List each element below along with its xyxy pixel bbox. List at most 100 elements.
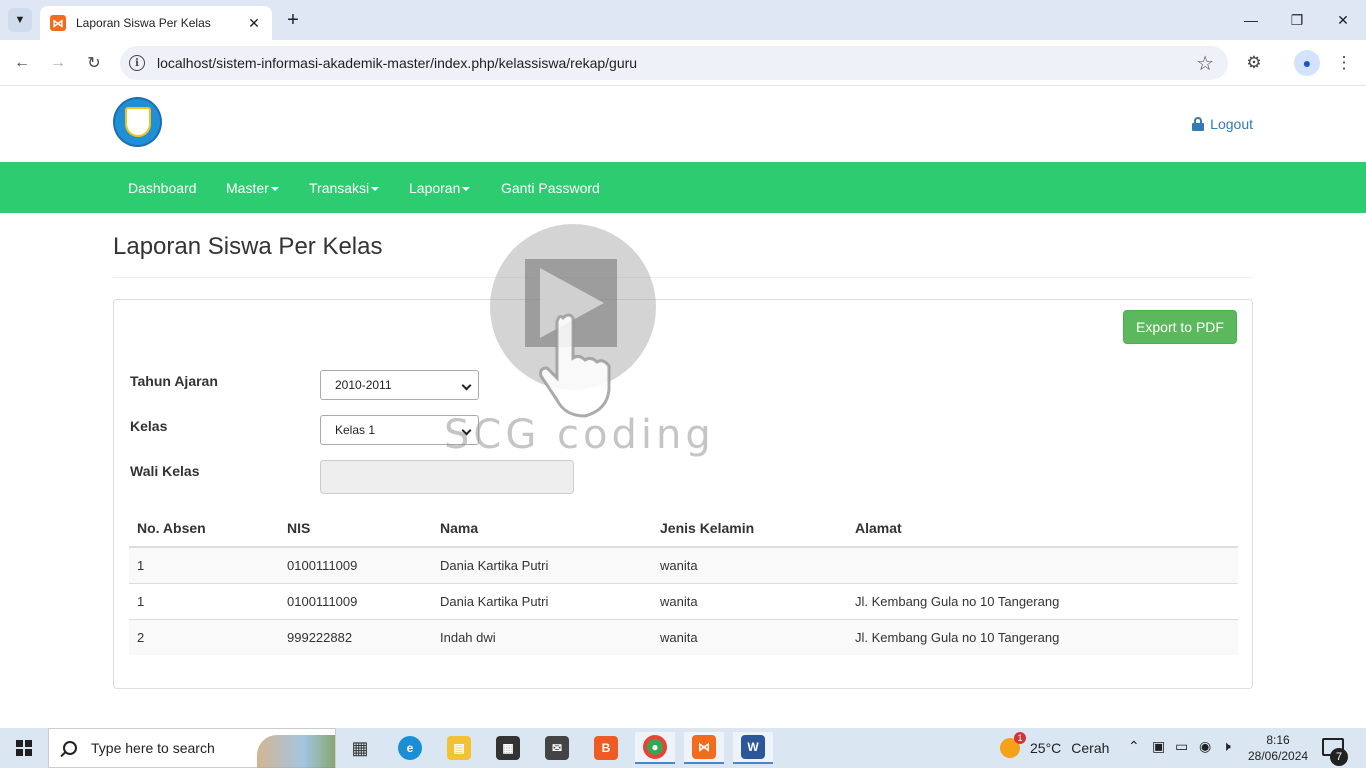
browser-tab[interactable]: ⋈ Laporan Siswa Per Kelas ✕ bbox=[40, 6, 272, 40]
table-cell: 999222882 bbox=[279, 618, 432, 655]
logout-label: Logout bbox=[1210, 116, 1253, 132]
back-button[interactable]: ← bbox=[9, 50, 35, 76]
notification-count: 7 bbox=[1330, 748, 1348, 766]
report-panel: Export to PDF Tahun Ajaran 2010-2011 Kel… bbox=[113, 299, 1253, 689]
tab-title: Laporan Siswa Per Kelas bbox=[76, 16, 211, 30]
word-icon[interactable]: W bbox=[733, 732, 773, 764]
address-bar[interactable]: i localhost/sistem-informasi-akademik-ma… bbox=[120, 46, 1228, 80]
network-icon[interactable]: ◉ bbox=[1199, 738, 1211, 755]
table-cell: Jl. Kembang Gula no 10 Tangerang bbox=[847, 582, 1238, 619]
table-cell: wanita bbox=[652, 546, 847, 583]
volume-muted-icon[interactable]: 🕨 bbox=[1222, 738, 1231, 755]
table-cell: wanita bbox=[652, 582, 847, 619]
nav-label: Master bbox=[226, 180, 269, 196]
logout-link[interactable]: Logout bbox=[1192, 116, 1253, 132]
brave-icon[interactable]: B bbox=[586, 732, 626, 764]
caret-down-icon bbox=[270, 187, 279, 192]
tab-close-icon[interactable]: ✕ bbox=[246, 15, 262, 32]
table-row: 1 0100111009 Dania Kartika Putri wanita … bbox=[129, 582, 1238, 619]
nav-item-transaksi[interactable]: Transaksi bbox=[309, 180, 380, 196]
edge-icon[interactable]: e bbox=[390, 732, 430, 764]
web-page: Logout Dashboard Master Transaksi Lapora… bbox=[0, 87, 1366, 728]
restore-button[interactable]: ❐ bbox=[1274, 8, 1320, 32]
caret-down-icon bbox=[462, 187, 471, 192]
siswa-table: No. Absen NIS Nama Jenis Kelamin Alamat … bbox=[129, 510, 1238, 655]
bookmark-star-icon[interactable]: ☆ bbox=[1196, 51, 1214, 76]
new-tab-button[interactable]: + bbox=[282, 8, 304, 32]
system-clock[interactable]: 8:16 28/06/2024 bbox=[1248, 732, 1308, 764]
table-row: 1 0100111009 Dania Kartika Putri wanita bbox=[129, 546, 1238, 583]
close-window-button[interactable]: ✕ bbox=[1320, 8, 1366, 32]
profile-icon[interactable]: ● bbox=[1294, 50, 1320, 76]
reload-button[interactable]: ↻ bbox=[81, 50, 107, 76]
nav-label: Transaksi bbox=[309, 180, 370, 196]
table-cell bbox=[847, 546, 1238, 583]
wali-kelas-field[interactable] bbox=[320, 460, 574, 494]
url-text[interactable]: localhost/sistem-informasi-akademik-mast… bbox=[157, 55, 637, 71]
microsoft-store-icon[interactable]: ▦ bbox=[488, 732, 528, 764]
kelas-select[interactable]: Kelas 1 bbox=[320, 415, 479, 445]
browser-tab-bar: ▼ ⋈ Laporan Siswa Per Kelas ✕ + — ❐ ✕ bbox=[0, 0, 1366, 40]
nav-item-master[interactable]: Master bbox=[226, 180, 279, 196]
xampp-icon[interactable]: ⋈ bbox=[684, 732, 724, 764]
chevron-down-icon bbox=[461, 425, 472, 436]
nav-label: Ganti Password bbox=[501, 180, 600, 196]
file-explorer-icon[interactable]: ▤ bbox=[439, 732, 479, 764]
weather-badge: 1 bbox=[1014, 732, 1026, 744]
chrome-icon[interactable]: ● bbox=[635, 732, 675, 764]
table-cell: Dania Kartika Putri bbox=[432, 546, 652, 583]
tahun-ajaran-value: 2010-2011 bbox=[335, 378, 392, 392]
tahun-ajaran-label: Tahun Ajaran bbox=[130, 373, 218, 389]
meet-now-icon[interactable]: ▣ bbox=[1152, 738, 1165, 755]
table-cell: 0100111009 bbox=[279, 582, 432, 619]
tahun-ajaran-select[interactable]: 2010-2011 bbox=[320, 370, 479, 400]
battery-icon[interactable]: ▭ bbox=[1175, 738, 1188, 755]
tab-search-button[interactable]: ▼ bbox=[8, 8, 32, 32]
table-cell: 1 bbox=[129, 546, 279, 583]
nav-item-dashboard[interactable]: Dashboard bbox=[128, 180, 197, 196]
table-cell: 2 bbox=[129, 618, 279, 655]
export-pdf-button[interactable]: Export to PDF bbox=[1123, 310, 1237, 344]
main-navbar: Dashboard Master Transaksi Laporan Ganti… bbox=[0, 162, 1366, 213]
clock-time: 8:16 bbox=[1266, 733, 1290, 747]
search-highlight-image bbox=[257, 735, 335, 768]
table-cell: 1 bbox=[129, 582, 279, 619]
caret-down-icon bbox=[371, 187, 380, 192]
page-title: Laporan Siswa Per Kelas bbox=[113, 233, 383, 260]
taskbar-search[interactable]: Type here to search bbox=[48, 728, 336, 768]
task-view-icon[interactable]: ▦ bbox=[340, 732, 380, 764]
browser-toolbar: ← → ↻ i localhost/sistem-informasi-akade… bbox=[0, 40, 1366, 86]
column-header: No. Absen bbox=[129, 510, 279, 548]
mail-icon[interactable]: ✉ bbox=[537, 732, 577, 764]
minimize-button[interactable]: — bbox=[1228, 8, 1274, 32]
site-info-icon[interactable]: i bbox=[129, 55, 145, 71]
column-header: Alamat bbox=[847, 510, 1238, 548]
chevron-up-icon[interactable]: ⌃ bbox=[1128, 738, 1140, 755]
extensions-icon[interactable]: ⚙ bbox=[1241, 50, 1267, 76]
start-button[interactable] bbox=[0, 728, 48, 768]
weather-widget[interactable]: 1 25°C Cerah bbox=[1000, 732, 1110, 758]
windows-logo-icon bbox=[16, 740, 32, 756]
weather-desc: Cerah bbox=[1071, 740, 1110, 756]
forward-button[interactable]: → bbox=[45, 50, 71, 76]
weather-temp: 25°C bbox=[1030, 740, 1062, 756]
windows-taskbar: Type here to search ▦ e ▤ ▦ ✉ B ● ⋈ W 1 … bbox=[0, 728, 1366, 768]
column-header: Jenis Kelamin bbox=[652, 510, 847, 548]
kelas-value: Kelas 1 bbox=[335, 423, 376, 437]
school-logo[interactable] bbox=[113, 97, 162, 147]
weather-sun-icon: 1 bbox=[1000, 732, 1026, 758]
search-icon bbox=[63, 741, 77, 755]
chrome-menu-icon[interactable]: ⋮ bbox=[1331, 50, 1357, 76]
table-cell: Indah dwi bbox=[432, 618, 652, 655]
lock-icon bbox=[1192, 117, 1205, 131]
table-cell: Dania Kartika Putri bbox=[432, 582, 652, 619]
column-header: NIS bbox=[279, 510, 432, 548]
kelas-label: Kelas bbox=[130, 418, 168, 434]
title-divider bbox=[113, 277, 1253, 278]
nav-item-laporan[interactable]: Laporan bbox=[409, 180, 471, 196]
search-placeholder: Type here to search bbox=[91, 740, 215, 756]
table-cell: wanita bbox=[652, 618, 847, 655]
nav-label: Laporan bbox=[409, 180, 461, 196]
nav-label: Dashboard bbox=[128, 180, 197, 196]
nav-item-ganti-password[interactable]: Ganti Password bbox=[501, 180, 600, 196]
